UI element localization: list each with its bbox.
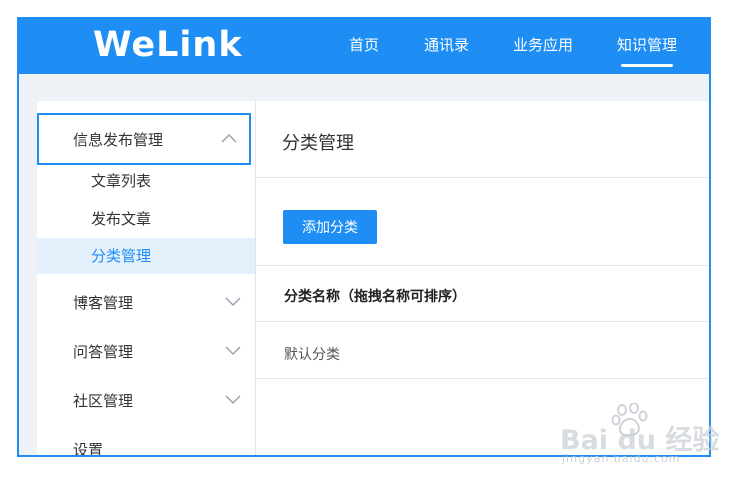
nav-item-contacts[interactable]: 通讯录 [424,19,469,74]
sidebar-group-label: 问答管理 [73,343,134,361]
sidebar-item-article-list[interactable]: 文章列表 [37,163,255,199]
sidebar-item-label: 发布文章 [91,210,152,228]
active-nav-indicator [621,64,674,67]
nav-item-label: 业务应用 [513,36,574,54]
divider [256,177,709,178]
divider [256,378,709,379]
welink-logo[interactable]: WeLink [93,23,243,67]
sidebar-item-label: 分类管理 [91,247,152,265]
nav-item-label: 知识管理 [617,36,678,54]
nav-item-label: 通讯录 [424,36,470,54]
table-column-header: 分类名称（拖拽名称可排序） [284,289,466,305]
sidebar-group-label: 设置 [73,441,104,457]
sidebar-item-publish-article[interactable]: 发布文章 [37,201,255,237]
divider [256,321,709,322]
divider [256,265,709,266]
sidebar-item-label: 文章列表 [91,172,152,190]
sidebar-group-info-publishing[interactable]: 信息发布管理 [37,113,251,165]
nav-item-home[interactable]: 首页 [349,19,379,74]
sidebar-group-community[interactable]: 社区管理 [37,377,255,425]
watermark-url: jingyan.baidu.com [562,452,681,465]
sidebar-group-label: 社区管理 [73,392,134,410]
sidebar-item-category-management[interactable]: 分类管理 [37,238,255,274]
baidu-jingyan-watermark: Bai du 经验 jingyan.baidu.com [560,408,719,478]
chevron-down-icon [225,297,241,307]
chevron-down-icon [225,395,241,405]
sidebar-group-label: 博客管理 [73,294,134,312]
app-window: WeLink 首页 通讯录 业务应用 知识管理 信息发布管理 文章列表 发布文章… [17,17,711,457]
chevron-down-icon [225,346,241,356]
add-category-button[interactable]: 添加分类 [283,210,377,244]
sidebar-group-blog[interactable]: 博客管理 [37,279,255,327]
page-title: 分类管理 [282,133,354,154]
top-navigation-bar: WeLink 首页 通讯录 业务应用 知识管理 [19,19,709,74]
chevron-up-icon [221,133,237,143]
sidebar-group-label: 信息发布管理 [73,131,164,149]
sidebar-group-settings[interactable]: 设置 [37,426,255,457]
nav-item-label: 首页 [349,36,380,54]
category-row-default[interactable]: 默认分类 [284,344,340,364]
nav-item-knowledge-management[interactable]: 知识管理 [617,19,677,74]
sidebar: 信息发布管理 文章列表 发布文章 分类管理 博客管理 问答管理 社区管理 设置 [37,101,255,457]
nav-item-business-apps[interactable]: 业务应用 [513,19,573,74]
sidebar-group-qa[interactable]: 问答管理 [37,328,255,376]
